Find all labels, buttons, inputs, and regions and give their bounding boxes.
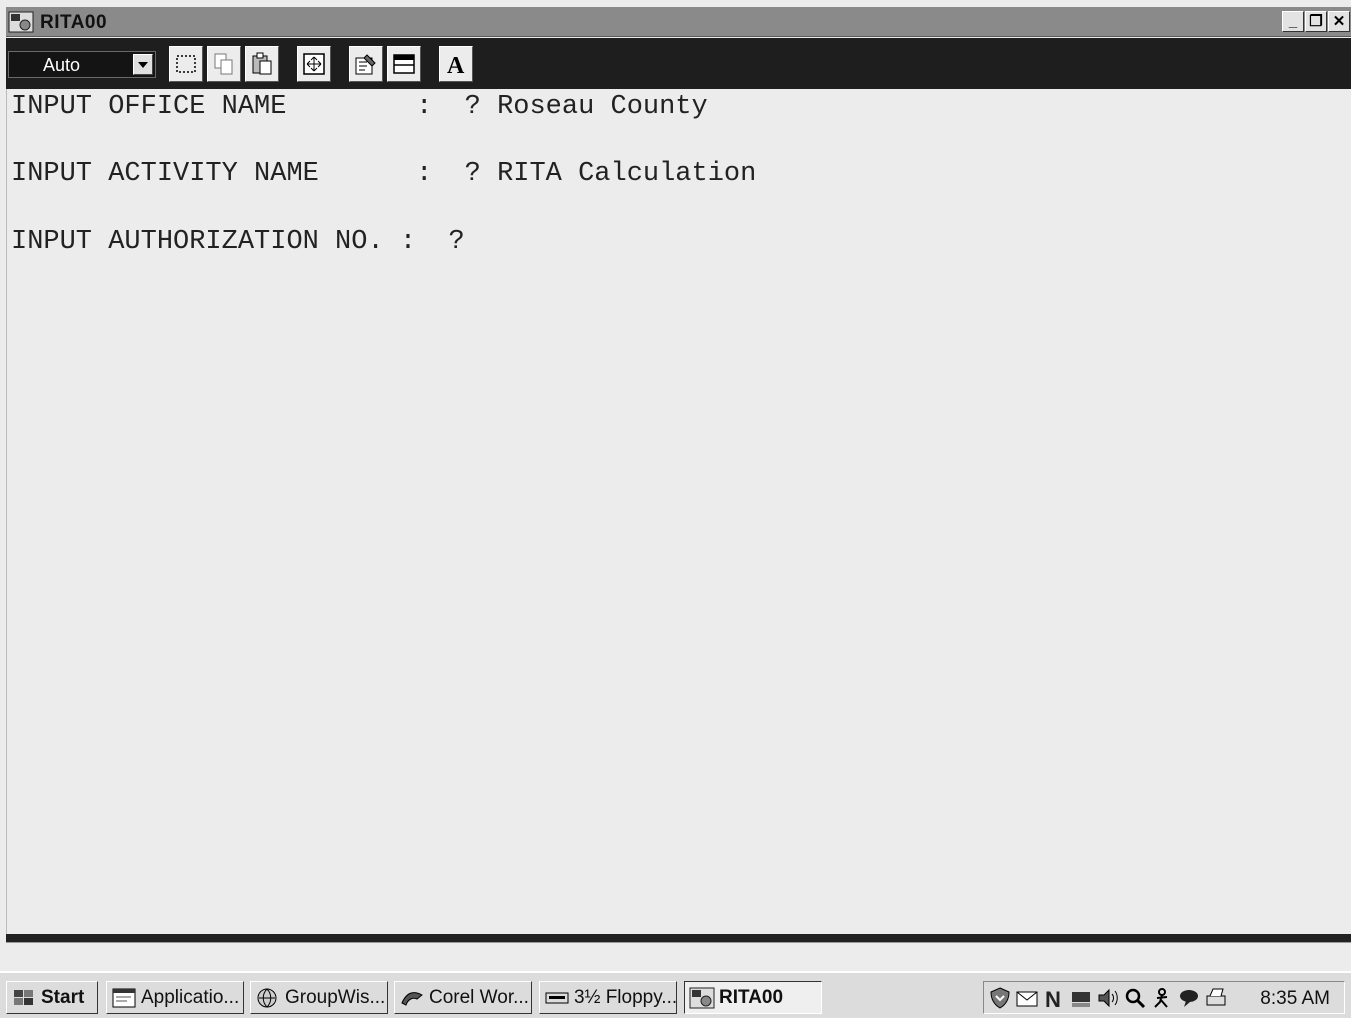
title-bar[interactable]: RITA00 _ ❐ ✕: [6, 7, 1351, 37]
window-bottom-border: [6, 934, 1351, 943]
task-applications[interactable]: Applicatio...: [106, 981, 244, 1014]
printer-icon[interactable]: [1204, 986, 1228, 1010]
restore-button[interactable]: ❐: [1305, 11, 1327, 32]
terminal-line-authorization: INPUT AUTHORIZATION NO. : ?: [11, 227, 465, 257]
task-label: GroupWis...: [285, 986, 386, 1008]
properties-button[interactable]: [349, 46, 383, 82]
application-icon: [112, 988, 136, 1007]
windows-logo-icon: [14, 989, 33, 1005]
shield-icon[interactable]: [988, 986, 1012, 1010]
task-corel[interactable]: Corel Wor...: [394, 981, 532, 1014]
task-rita00[interactable]: RITA00: [684, 981, 822, 1014]
chat-icon[interactable]: [1177, 986, 1201, 1010]
background-icon: [393, 54, 415, 74]
taskbar: Start Applicatio... GroupWis... Corel Wo…: [0, 971, 1351, 1018]
close-button[interactable]: ✕: [1328, 11, 1350, 32]
full-screen-icon: [303, 53, 325, 75]
svg-text:N: N: [1045, 987, 1061, 1010]
start-button[interactable]: Start: [6, 981, 98, 1014]
terminal-line-office: INPUT OFFICE NAME : ? Roseau County: [11, 92, 708, 122]
terminal-window[interactable]: INPUT OFFICE NAME : ? Roseau County INPU…: [6, 89, 1351, 934]
task-groupwise[interactable]: GroupWis...: [250, 981, 388, 1014]
volume-icon[interactable]: [1096, 986, 1120, 1010]
desktop-gap: [0, 943, 1351, 971]
msdos-icon: [8, 11, 34, 33]
terminal-line-activity: INPUT ACTIVITY NAME : ? RITA Calculation: [11, 159, 757, 189]
msdos-icon: [689, 987, 715, 1008]
paste-icon: [252, 52, 272, 75]
copy-icon: [214, 53, 233, 75]
copy-button[interactable]: [207, 46, 241, 82]
font-size-select[interactable]: Auto: [8, 51, 156, 78]
start-label: Start: [41, 986, 85, 1008]
chevron-down-icon[interactable]: [133, 54, 153, 75]
task-label: Corel Wor...: [429, 986, 529, 1008]
toolbar: Auto A: [6, 38, 1351, 89]
background-button[interactable]: [387, 46, 421, 82]
task-label: 3½ Floppy...: [574, 986, 677, 1008]
mail-icon[interactable]: [1015, 986, 1039, 1010]
task-label: RITA00: [719, 986, 784, 1008]
mark-button[interactable]: [169, 46, 203, 82]
corel-icon: [401, 991, 423, 1006]
window-title: RITA00: [40, 12, 108, 33]
svg-text:A: A: [447, 53, 465, 77]
font-button[interactable]: A: [439, 46, 473, 82]
search-icon[interactable]: [1123, 986, 1147, 1010]
mark-icon: [176, 55, 196, 73]
font-icon: A: [447, 53, 465, 77]
paste-button[interactable]: [245, 46, 279, 82]
netware-icon[interactable]: N: [1042, 986, 1066, 1010]
minimize-button[interactable]: _: [1282, 11, 1304, 32]
properties-icon: [355, 54, 376, 75]
network-icon[interactable]: [1069, 986, 1093, 1010]
floppy-icon: [545, 992, 569, 1003]
task-label: Applicatio...: [141, 986, 240, 1008]
person-icon[interactable]: [1150, 986, 1174, 1010]
task-floppy[interactable]: 3½ Floppy...: [539, 981, 677, 1014]
clock[interactable]: 8:35 AM: [1260, 988, 1330, 1010]
system-tray: N 8:35 AM: [983, 981, 1345, 1014]
font-size-value: Auto: [43, 55, 81, 75]
groupwise-icon: [257, 988, 277, 1007]
full-screen-button[interactable]: [297, 46, 331, 82]
